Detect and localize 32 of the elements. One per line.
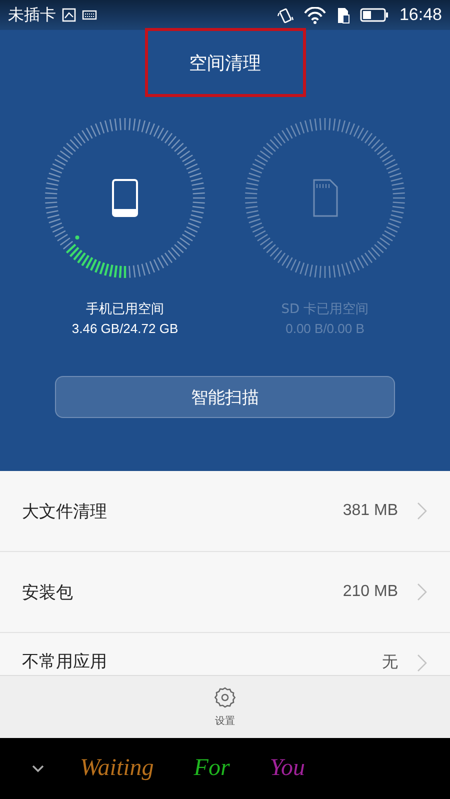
battery-icon [360, 8, 390, 22]
carrier-text: 未插卡 [8, 4, 56, 26]
storage-label: SD 卡已用空间 [281, 301, 369, 318]
item-value: 无 [382, 653, 398, 673]
chevron-right-icon [416, 501, 428, 521]
scan-button[interactable]: 智能扫描 [55, 376, 395, 418]
storage-usage: 3.46 GB/24.72 GB [72, 321, 178, 336]
keyboard-icon [82, 9, 97, 21]
item-label: 大文件清理 [22, 500, 107, 522]
sim-icon [336, 6, 350, 24]
chevron-right-icon [416, 652, 428, 672]
phone-icon [112, 179, 138, 217]
wifi-icon [304, 6, 326, 24]
item-label: 安装包 [22, 582, 73, 604]
settings-button[interactable]: 设置 [210, 684, 240, 730]
page-title: 空间清理 [189, 52, 261, 75]
nav-word: Waiting [80, 755, 154, 782]
sd-card-icon [313, 179, 338, 217]
item-value: 210 MB [342, 583, 398, 601]
clock-time: 16:48 [399, 5, 442, 25]
storage-usage: 0.00 B/0.00 B [286, 321, 364, 336]
chevron-down-icon [32, 764, 44, 772]
storage-label: 手机已用空间 [86, 301, 164, 318]
settings-icon [214, 686, 236, 708]
nav-word: You [270, 755, 305, 782]
item-value: 381 MB [342, 502, 398, 520]
item-label: 不常用应用 [22, 651, 107, 673]
image-icon [62, 8, 76, 22]
usage-fill [66, 236, 126, 278]
chevron-right-icon [416, 582, 428, 602]
nav-word: For [194, 755, 230, 782]
vibrate-icon [277, 6, 294, 24]
